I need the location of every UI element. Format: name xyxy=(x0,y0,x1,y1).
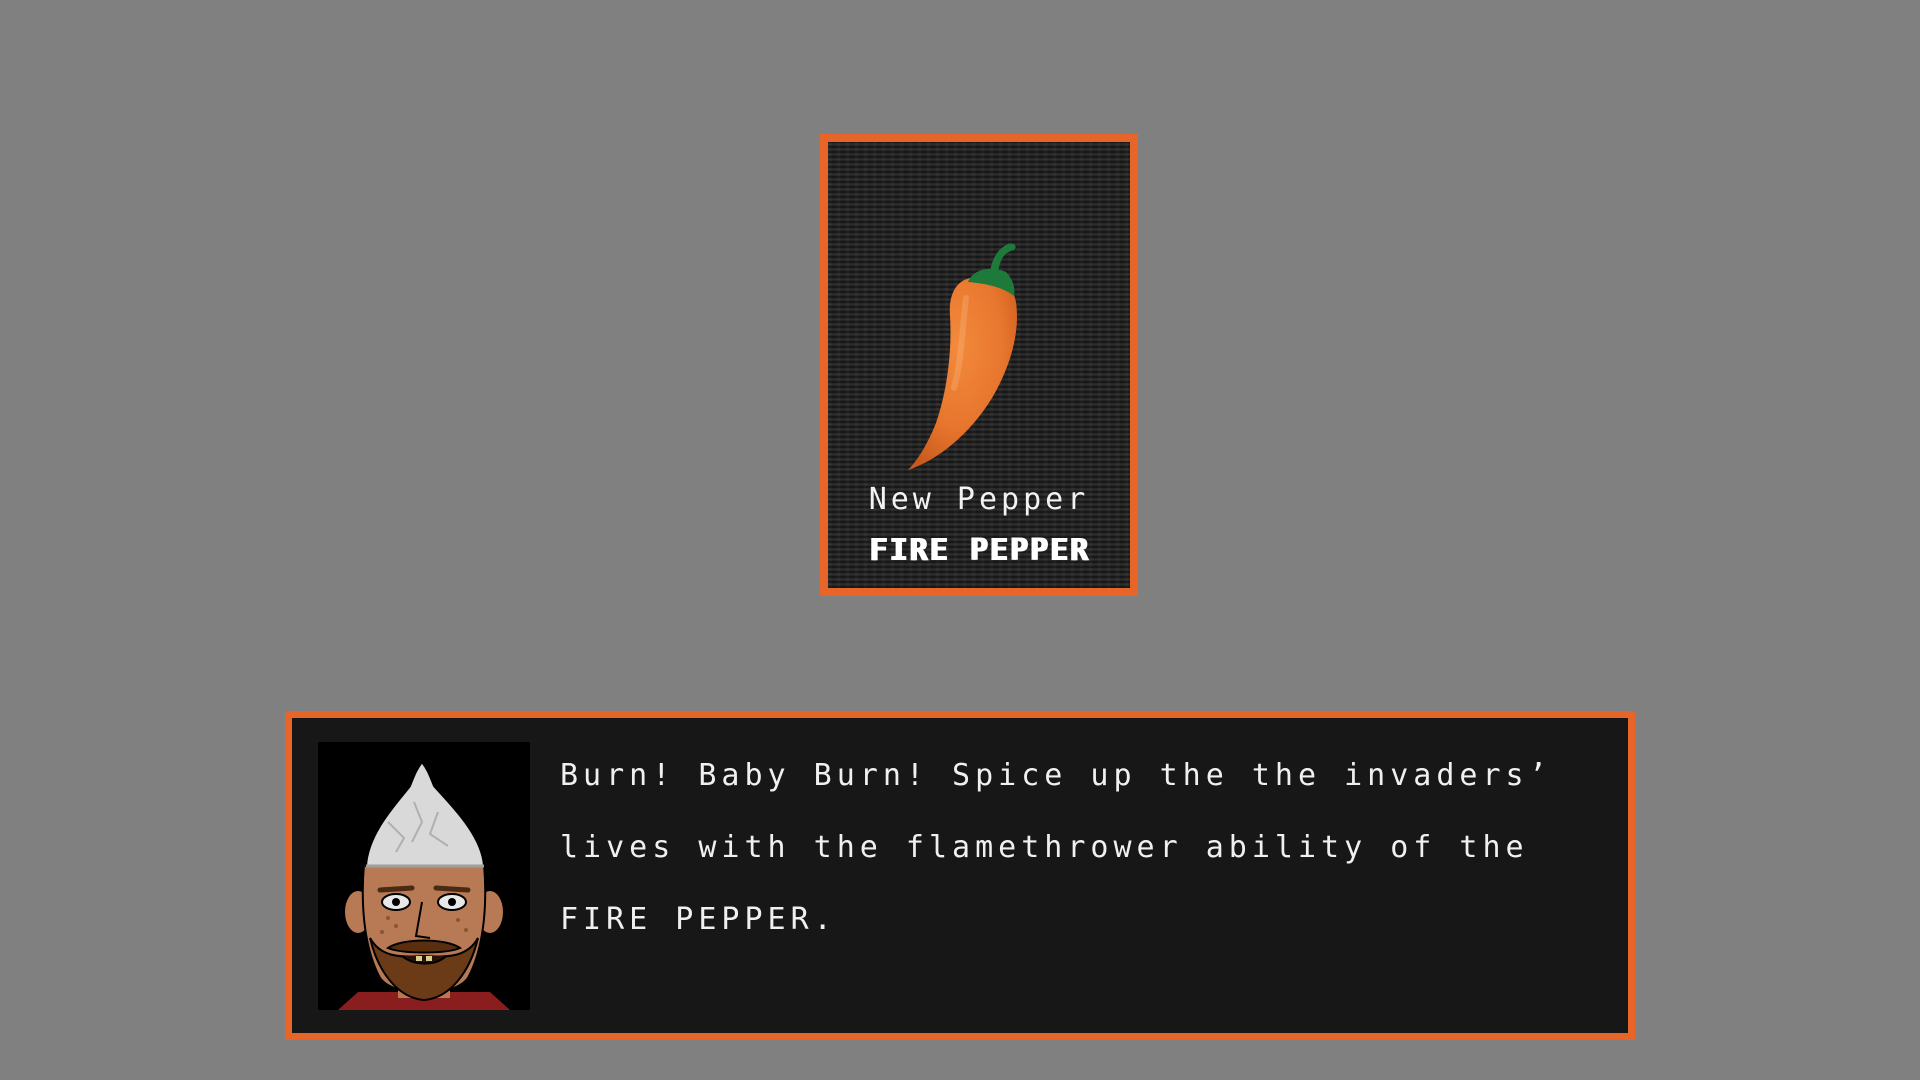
dialog-box[interactable]: Burn! Baby Burn! Spice up the the invade… xyxy=(285,711,1635,1040)
character-portrait xyxy=(318,742,530,1010)
game-screen: New Pepper FIRE PEPPER Burn! Baby Burn! … xyxy=(0,0,1920,1080)
chili-pepper-icon xyxy=(908,238,1048,478)
card-subtitle: New Pepper xyxy=(868,482,1090,517)
tinfoil-hat-man-portrait xyxy=(318,742,530,1010)
card-title: FIRE PEPPER xyxy=(868,533,1090,568)
dialog-text: Burn! Baby Burn! Spice up the the invade… xyxy=(560,758,1575,937)
new-pepper-card: New Pepper FIRE PEPPER xyxy=(820,134,1138,596)
